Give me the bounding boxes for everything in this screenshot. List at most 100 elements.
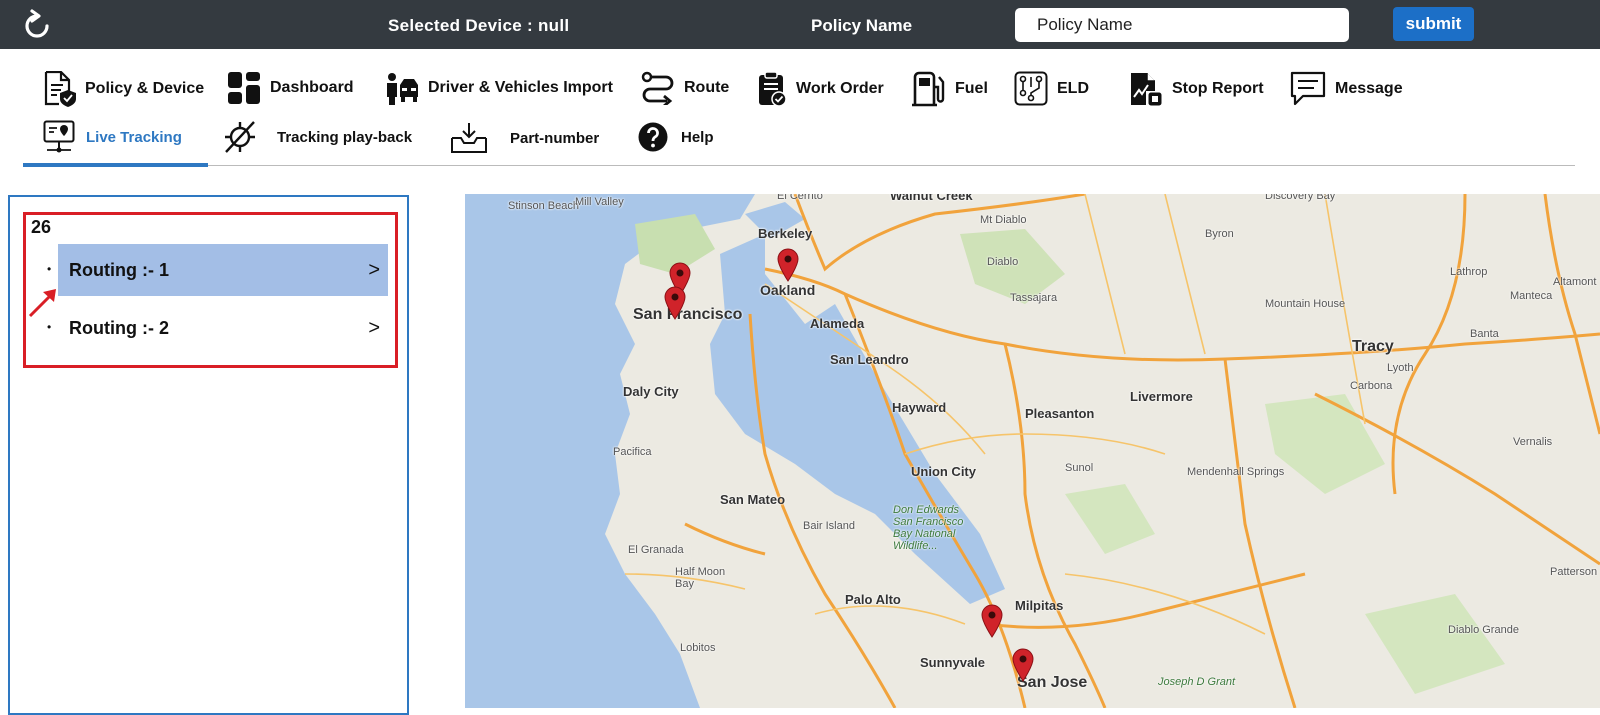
map-label: Livermore	[1130, 389, 1193, 404]
active-tab-indicator	[23, 163, 208, 167]
map-label: Joseph D Grant	[1158, 676, 1236, 688]
nav-label: Message	[1335, 80, 1403, 97]
policy-name-input[interactable]	[1015, 8, 1349, 42]
map-label: Mt Diablo	[980, 214, 1027, 226]
nav-label: ELD	[1057, 79, 1089, 97]
map-label: San Leandro	[830, 352, 909, 367]
map-label: Palo Alto	[845, 592, 901, 607]
nav-dashboard[interactable]: Dashboard	[227, 71, 354, 105]
tab-help[interactable]: Help	[638, 122, 714, 152]
map-label: Sunol	[1065, 462, 1094, 474]
route-icon	[641, 71, 674, 105]
map-label: Stinson Beach	[508, 200, 579, 212]
message-icon	[1290, 71, 1326, 106]
map-label: Tracy	[1352, 338, 1394, 355]
dashboard-icon	[228, 72, 260, 104]
map-label: Mountain House	[1265, 298, 1346, 310]
nav-message[interactable]: Message	[1290, 71, 1403, 107]
map-label: Half Moon Bay	[675, 566, 726, 590]
inbox-download-icon	[451, 123, 487, 153]
route-item-2[interactable]: Routing :- 2 >	[58, 302, 388, 354]
map-label: Pacifica	[613, 446, 652, 458]
circuit-icon	[1014, 71, 1048, 106]
nav-label: Dashboard	[270, 79, 354, 96]
nav-stop-report[interactable]: Stop Report	[1129, 71, 1264, 107]
tab-tracking-play-back[interactable]: Tracking play-back	[222, 119, 412, 155]
map-label: Tassajara	[1010, 292, 1058, 304]
map-label: Sunnyvale	[920, 655, 986, 670]
map-label: Diablo Grande	[1448, 624, 1519, 636]
monitor-tracking-icon	[43, 120, 75, 153]
submit-button[interactable]: submit	[1393, 7, 1474, 41]
route-item-1[interactable]: Routing :- 1 >	[58, 244, 388, 296]
nav-label: Work Order	[796, 79, 884, 97]
tab-part-number[interactable]: Part-number	[450, 122, 599, 154]
vehicle-marker-icon[interactable]	[1012, 648, 1034, 682]
fuel-pump-icon	[912, 71, 945, 107]
route-count: 26	[31, 217, 52, 237]
driver-vehicle-icon	[387, 73, 418, 105]
vehicle-marker-icon[interactable]	[664, 286, 686, 320]
list-bullet: •	[47, 262, 52, 276]
map-label: Vernalis	[1513, 436, 1553, 448]
map-label: Byron	[1205, 228, 1234, 240]
help-icon	[638, 122, 668, 152]
tracking-off-icon	[225, 121, 255, 153]
clipboard-check-icon	[759, 71, 787, 106]
live-tracking-map[interactable]: El Cerrito Walnut Creek Discovery Bay St…	[465, 194, 1600, 708]
vehicle-marker-icon[interactable]	[981, 604, 1003, 638]
nav-label: Tracking play-back	[277, 128, 413, 146]
map-label: Berkeley	[758, 226, 813, 241]
nav-label: Part-number	[510, 129, 600, 147]
nav-work-order[interactable]: Work Order	[757, 71, 884, 106]
map-label: San Mateo	[720, 492, 786, 507]
map-label: Alameda	[810, 316, 865, 331]
nav-fuel[interactable]: Fuel	[912, 71, 988, 107]
nav-label: Driver & Vehicles Import	[428, 79, 613, 96]
map-label: Union City	[911, 464, 976, 479]
map-label: Manteca	[1510, 290, 1553, 302]
map-label: Hayward	[892, 400, 947, 415]
vehicle-marker-icon[interactable]	[777, 248, 799, 282]
refresh-icon[interactable]	[20, 9, 54, 43]
nav-policy-device[interactable]: Policy & Device	[43, 71, 204, 107]
map-label: Carbona	[1350, 380, 1393, 392]
map-label: Lobitos	[680, 642, 716, 654]
route-label: Routing :- 2	[69, 317, 169, 338]
nav-route[interactable]: Route	[641, 71, 729, 105]
map-label: Milpitas	[1015, 598, 1064, 613]
map-label: Diablo	[987, 256, 1019, 268]
map-label: El Granada	[628, 544, 684, 556]
nav-eld[interactable]: ELD	[1014, 71, 1089, 106]
annotation-arrow-icon	[28, 289, 56, 318]
tab-divider	[23, 165, 1575, 166]
map-label: Patterson	[1550, 566, 1598, 578]
list-bullet: •	[47, 320, 52, 334]
tab-live-tracking[interactable]: Live Tracking	[43, 120, 182, 154]
stop-report-icon	[1131, 73, 1162, 106]
top-bar: Selected Device : null Policy Name submi…	[0, 0, 1600, 49]
nav-label: Help	[681, 128, 714, 146]
map-label: Pleasanton	[1025, 406, 1095, 421]
nav-label: Live Tracking	[86, 128, 182, 146]
selected-device-text: Selected Device : null	[388, 16, 570, 35]
map-label: Walnut Creek	[890, 194, 973, 203]
map-label: Mill Valley	[575, 196, 624, 208]
nav-driver-vehicles-import[interactable]: Driver & Vehicles Import	[385, 71, 613, 105]
map-label: Banta	[1470, 328, 1499, 340]
map-label: Bair Island	[803, 520, 855, 532]
map-label: El Cerrito	[777, 194, 823, 202]
nav-label: Fuel	[955, 80, 988, 97]
map-label: Daly City	[623, 384, 679, 399]
map-label: Discovery Bay	[1265, 194, 1336, 202]
policy-name-label: Policy Name	[811, 16, 913, 35]
map-label: Lyoth	[1387, 362, 1414, 374]
map-label: Don Edwards San Francisco Bay National W…	[893, 504, 964, 552]
nav-label: Route	[684, 79, 730, 96]
map-label: San Francisco	[633, 306, 743, 323]
map-label: Altamont	[1553, 276, 1597, 288]
map-label: Lathrop	[1450, 266, 1488, 278]
map-label: Mendenhall Springs	[1187, 466, 1285, 478]
nav-label: Stop Report	[1172, 80, 1264, 97]
map-label: Oakland	[760, 282, 816, 298]
